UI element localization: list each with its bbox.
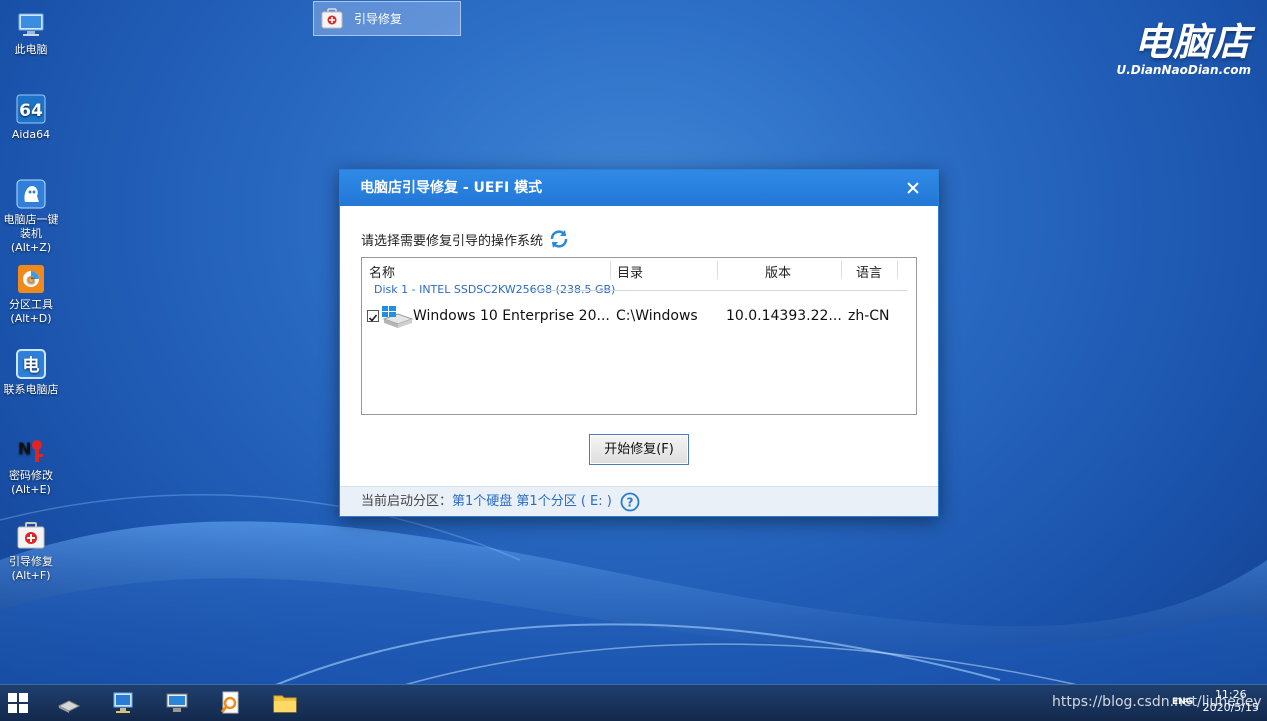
desktop-icon-boot-repair[interactable]: 引导修复 (Alt+F) bbox=[0, 520, 62, 583]
brand-logo: 电脑店 U.DianNaoDian.com bbox=[1116, 22, 1251, 77]
os-select-prompt: 请选择需要修复引导的操作系统 bbox=[361, 228, 570, 250]
os-checkbox[interactable] bbox=[367, 310, 379, 322]
partition-tool-icon: G bbox=[18, 265, 44, 293]
os-list[interactable]: 名称 目录 版本 语言 Disk 1 - INTEL SSDSC2KW256G8… bbox=[361, 257, 917, 415]
desktop-icon-label: 分区工具 (Alt+D) bbox=[9, 298, 53, 325]
os-name: Windows 10 Enterprise 20... bbox=[413, 308, 610, 324]
start-button[interactable] bbox=[4, 686, 32, 719]
desktop-icon-contact[interactable]: 电 联系电脑店 bbox=[0, 348, 62, 397]
column-header-dir[interactable]: 目录 bbox=[617, 262, 643, 281]
taskbar-active-label: 引导修复 bbox=[354, 12, 403, 26]
taskbar-active-boot-repair[interactable]: 引导修复 bbox=[313, 1, 461, 36]
desktop-icon-partition-tool[interactable]: G 分区工具 (Alt+D) bbox=[0, 263, 62, 326]
desktop-icon-label: 电脑店一键 装机(Alt+Z) bbox=[3, 213, 59, 254]
svg-text:64: 64 bbox=[19, 101, 43, 121]
prompt-text: 请选择需要修复引导的操作系统 bbox=[361, 233, 544, 249]
dialog-footer: 当前启动分区： 第1个硬盘 第1个分区 ( E: ) ? bbox=[340, 486, 938, 516]
svg-text:电: 电 bbox=[23, 355, 40, 376]
group-divider bbox=[532, 290, 907, 291]
brand-logo-text: 电脑店 bbox=[1133, 20, 1251, 64]
start-repair-button[interactable]: 开始修复(F) bbox=[589, 434, 689, 465]
table-row[interactable]: Windows 10 Enterprise 20... C:\Windows 1… bbox=[362, 303, 916, 329]
taskbar-monitor-tool[interactable] bbox=[160, 686, 194, 719]
svg-text:N: N bbox=[18, 439, 31, 458]
boot-partition-label: 当前启动分区： bbox=[361, 494, 453, 509]
system-clock[interactable]: 11:26 2020/5/15 bbox=[1203, 688, 1259, 714]
ime-indicator[interactable]: ENG bbox=[1172, 697, 1193, 707]
aida64-icon: 64 bbox=[16, 94, 46, 124]
taskbar-drive-tool[interactable] bbox=[52, 686, 86, 719]
desktop-icon-aida64[interactable]: 64 Aida64 bbox=[0, 93, 62, 142]
check-icon bbox=[368, 314, 378, 322]
desktop-icon-label: Aida64 bbox=[11, 128, 51, 141]
desktop-icon-label: 此电脑 bbox=[14, 43, 48, 56]
os-lang: zh-CN bbox=[848, 308, 890, 324]
desktop-icon-label: 引导修复 (Alt+F) bbox=[9, 555, 53, 582]
help-icon[interactable]: ? bbox=[620, 492, 640, 512]
clock-time: 11:26 bbox=[1214, 688, 1247, 701]
clock-date: 2020/5/15 bbox=[1202, 701, 1259, 714]
boot-repair-icon bbox=[17, 522, 45, 549]
boot-repair-icon bbox=[321, 7, 343, 28]
boot-repair-dialog: 电脑店引导修复 - UEFI 模式 请选择需要修复引导的操作系统 名称 目录 版… bbox=[339, 169, 939, 517]
column-header-lang[interactable]: 语言 bbox=[856, 262, 882, 281]
column-header-version[interactable]: 版本 bbox=[765, 262, 791, 281]
windows-logo-icon bbox=[8, 692, 28, 713]
os-version: 10.0.14393.22... bbox=[726, 308, 842, 324]
desktop-icon-label: 密码修改 (Alt+E) bbox=[9, 469, 53, 496]
refresh-icon[interactable] bbox=[548, 228, 570, 250]
contact-icon: 电 bbox=[16, 349, 46, 379]
taskbar-search-tool[interactable] bbox=[214, 686, 248, 719]
magnifier-document-icon bbox=[220, 691, 239, 713]
boot-partition-value[interactable]: 第1个硬盘 第1个分区 ( E: ) bbox=[452, 487, 612, 516]
svg-text:G: G bbox=[27, 275, 35, 286]
desktop-icon-this-pc[interactable]: 此电脑 bbox=[0, 8, 62, 57]
column-header-name[interactable]: 名称 bbox=[369, 262, 395, 281]
dialog-title: 电脑店引导修复 - UEFI 模式 bbox=[360, 180, 543, 196]
taskbar-network-tool[interactable] bbox=[106, 686, 140, 719]
monitor-icon bbox=[166, 693, 188, 712]
drive-icon bbox=[57, 699, 81, 713]
taskbar-file-explorer[interactable] bbox=[268, 686, 302, 719]
desktop-icon-installer[interactable]: 电脑店一键 装机(Alt+Z) bbox=[0, 178, 62, 255]
password-icon: N bbox=[18, 439, 43, 462]
os-list-header: 名称 目录 版本 语言 bbox=[362, 258, 916, 282]
installer-icon bbox=[16, 179, 46, 209]
dialog-titlebar[interactable]: 电脑店引导修复 - UEFI 模式 bbox=[340, 170, 938, 206]
brand-url: U.DianNaoDian.com bbox=[1116, 63, 1251, 77]
windows-disk-icon bbox=[382, 306, 414, 328]
folder-icon bbox=[273, 695, 297, 712]
os-dir: C:\Windows bbox=[616, 308, 698, 324]
svg-text:?: ? bbox=[626, 495, 633, 509]
computer-icon bbox=[18, 13, 44, 36]
desktop-icon-password[interactable]: N 密码修改 (Alt+E) bbox=[0, 434, 62, 497]
desktop-icon-label: 联系电脑店 bbox=[3, 383, 59, 396]
close-icon[interactable] bbox=[904, 179, 922, 197]
network-computer-icon bbox=[113, 692, 133, 713]
